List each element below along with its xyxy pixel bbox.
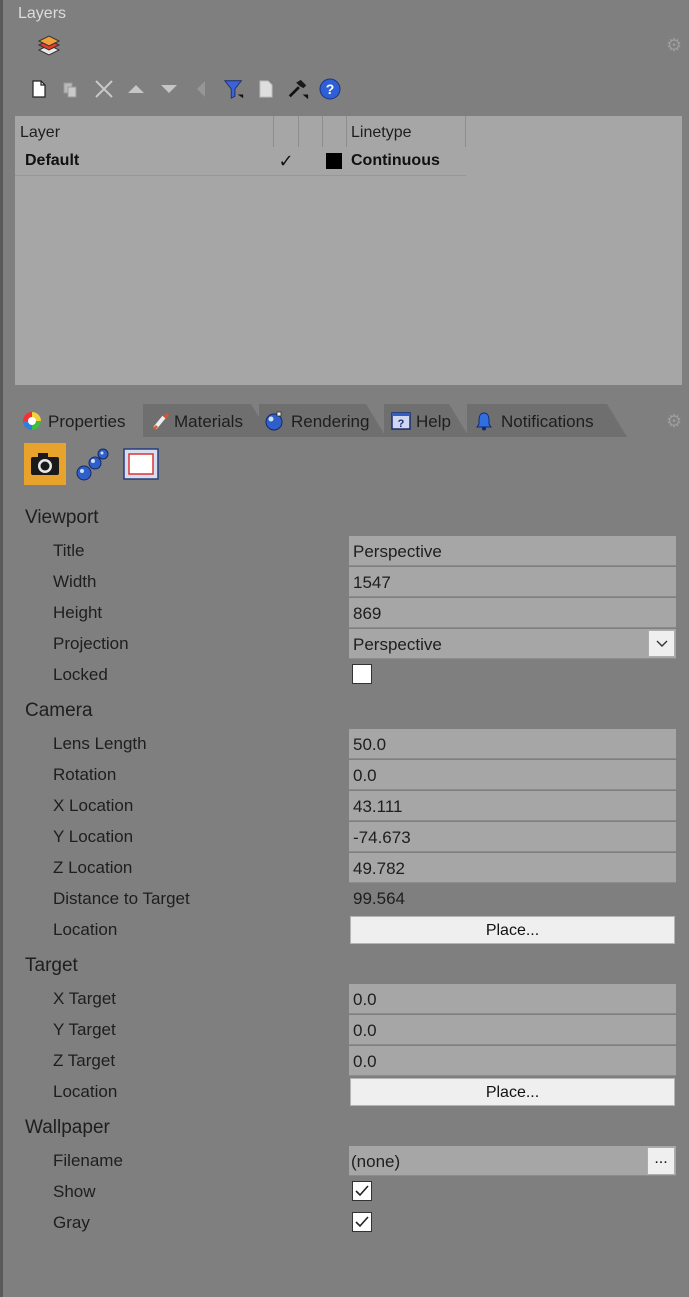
tab-label: Rendering — [291, 412, 370, 431]
filename-field[interactable]: (none) ... — [349, 1146, 676, 1176]
label-z-location: Z Location — [53, 858, 133, 877]
layer-linetype[interactable]: Continuous — [351, 147, 440, 175]
z-target-field[interactable]: 0.0 — [349, 1046, 676, 1076]
label-x-target: X Target — [53, 989, 117, 1008]
move-down-icon[interactable] — [158, 78, 180, 100]
label-x-location: X Location — [53, 796, 134, 815]
checkmark-icon — [355, 1185, 369, 1197]
x-target-field[interactable]: 0.0 — [349, 984, 676, 1014]
tab-properties[interactable]: Properties — [15, 404, 155, 437]
layers-icon[interactable] — [36, 34, 62, 60]
layer-name[interactable]: Default — [25, 147, 79, 175]
section-wallpaper: Wallpaper — [25, 1117, 110, 1138]
section-viewport: Viewport — [25, 507, 99, 528]
column-separator — [465, 116, 466, 147]
browse-button[interactable]: ... — [647, 1147, 675, 1175]
y-target-field[interactable]: 0.0 — [349, 1015, 676, 1045]
label-filename: Filename — [53, 1151, 123, 1170]
label-target-location: Location — [53, 1082, 118, 1101]
show-checkbox[interactable] — [352, 1181, 372, 1201]
move-up-icon[interactable] — [125, 78, 147, 100]
tab-label: Help — [416, 412, 451, 431]
label-height: Height — [53, 603, 103, 622]
gear-icon[interactable]: ⚙ — [666, 35, 682, 56]
row-divider — [15, 175, 466, 176]
tab-label: Properties — [48, 412, 126, 431]
column-header-layer[interactable]: Layer — [20, 116, 60, 147]
column-header-linetype[interactable]: Linetype — [351, 116, 412, 147]
label-rotation: Rotation — [53, 765, 117, 784]
label-show: Show — [53, 1182, 96, 1201]
left-edge — [0, 0, 3, 1297]
bell-icon — [474, 411, 494, 431]
color-wheel-icon — [22, 411, 42, 431]
new-layer-icon[interactable] — [28, 78, 50, 100]
label-distance-to-target: Distance to Target — [53, 889, 190, 908]
label-title: Title — [53, 541, 85, 560]
section-target: Target — [25, 955, 78, 976]
teapot-icon — [265, 411, 285, 431]
projection-select[interactable]: Perspective — [349, 629, 676, 659]
tab-rendering[interactable]: Rendering — [259, 404, 386, 437]
move-left-icon[interactable] — [190, 78, 212, 100]
viewport-frame-icon[interactable] — [120, 443, 162, 485]
checkmark-icon — [355, 1216, 369, 1228]
distance-to-target-value: 99.564 — [353, 889, 405, 908]
label-lens-length: Lens Length — [53, 734, 147, 753]
camera-place-button[interactable]: Place... — [350, 916, 675, 944]
filter-icon[interactable] — [223, 78, 245, 100]
title-field[interactable]: Perspective — [349, 536, 676, 566]
label-y-location: Y Location — [53, 827, 134, 846]
label-width: Width — [53, 572, 97, 591]
projection-value: Perspective — [353, 635, 442, 654]
label-locked: Locked — [53, 665, 108, 684]
rotation-field[interactable]: 0.0 — [349, 760, 676, 790]
column-separator — [322, 116, 323, 147]
svg-text:?: ? — [398, 418, 405, 430]
section-camera: Camera — [25, 700, 93, 721]
column-separator — [298, 116, 299, 147]
current-layer-check-icon[interactable]: ✓ — [275, 147, 297, 175]
gear-icon[interactable]: ⚙ — [666, 411, 682, 432]
y-location-field[interactable]: -74.673 — [349, 822, 676, 852]
label-z-target: Z Target — [53, 1051, 116, 1070]
tab-label: Materials — [174, 412, 243, 431]
tab-label: Notifications — [501, 412, 594, 431]
chevron-down-icon[interactable] — [648, 630, 675, 657]
gray-checkbox[interactable] — [352, 1212, 372, 1232]
page-icon[interactable] — [255, 78, 277, 100]
layer-color-swatch[interactable] — [326, 153, 342, 169]
spheres-icon[interactable] — [72, 443, 114, 485]
svg-text:?: ? — [326, 81, 335, 97]
locked-checkbox[interactable] — [352, 664, 372, 684]
camera-icon[interactable] — [24, 443, 66, 485]
tools-icon[interactable] — [287, 78, 309, 100]
help-icon: ? — [391, 411, 411, 431]
filename-value: (none) — [351, 1152, 401, 1171]
panel-title: Layers — [18, 5, 67, 22]
label-gray: Gray — [53, 1213, 90, 1232]
x-location-field[interactable]: 43.111 — [349, 791, 676, 821]
column-separator — [273, 116, 274, 147]
lens-length-field[interactable]: 50.0 — [349, 729, 676, 759]
target-place-button[interactable]: Place... — [350, 1078, 675, 1106]
label-y-target: Y Target — [53, 1020, 116, 1039]
label-camera-location: Location — [53, 920, 118, 939]
width-field[interactable]: 1547 — [349, 567, 676, 597]
new-sublayer-icon[interactable] — [59, 78, 81, 100]
tab-help[interactable]: ? Help — [384, 404, 469, 437]
delete-icon[interactable] — [93, 78, 115, 100]
label-projection: Projection — [53, 634, 129, 653]
column-separator — [346, 116, 347, 147]
help-icon[interactable]: ? — [319, 78, 341, 100]
layer-list[interactable]: Layer Linetype Default ✓ Continuous — [15, 116, 682, 385]
tab-notifications[interactable]: Notifications — [467, 404, 627, 437]
height-field[interactable]: 869 — [349, 598, 676, 628]
brush-icon — [151, 411, 171, 431]
panel-tabs: Properties Materials Rendering ? Help No… — [15, 404, 640, 436]
tab-materials[interactable]: Materials — [143, 404, 271, 437]
z-location-field[interactable]: 49.782 — [349, 853, 676, 883]
